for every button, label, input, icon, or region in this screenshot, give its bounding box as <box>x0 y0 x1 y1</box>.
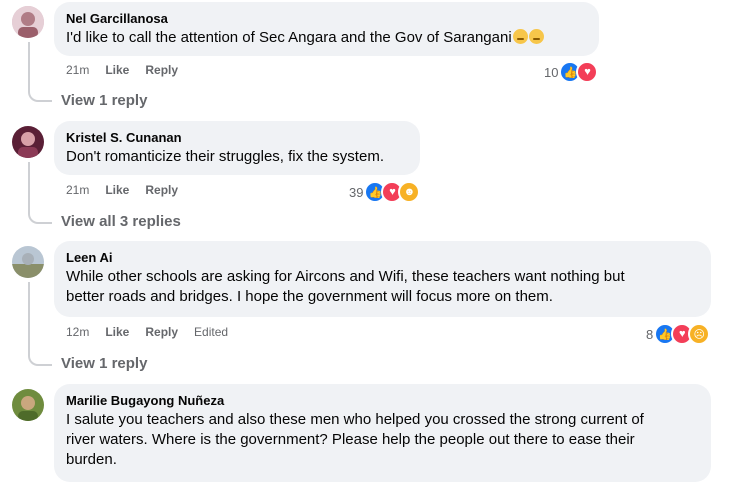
profile-photo <box>12 6 44 38</box>
comment-text-line: While other schools are asking for Airco… <box>66 268 625 285</box>
view-replies-link[interactable]: View 1 reply <box>61 355 147 372</box>
comment-time[interactable]: 21m <box>66 63 89 77</box>
edited-label: Edited <box>194 325 229 339</box>
reaction-count: 10 <box>544 64 559 80</box>
comment-actions: 21m Like Reply <box>66 183 178 197</box>
profile-photo <box>12 246 44 278</box>
comment-text: I'd like to call the attention of Sec An… <box>66 28 587 48</box>
commenter-name[interactable]: Kristel S. Cunanan <box>66 129 408 147</box>
comment-text-line: burden. <box>66 451 117 468</box>
comment-text: Don't romanticize their struggles, fix t… <box>66 148 384 165</box>
commenter-name[interactable]: Nel Garcillanosa <box>66 10 587 28</box>
comment-bubble: Nel Garcillanosa I'd like to call the at… <box>54 2 599 56</box>
love-icon: ♥ <box>576 61 599 83</box>
reply-button[interactable]: Reply <box>145 325 178 339</box>
reply-button[interactable]: Reply <box>145 63 178 77</box>
reaction-count: 8 <box>646 326 654 342</box>
comment-actions: 12m Like Reply Edited <box>66 325 228 339</box>
comment-bubble: Marilie Bugayong Nuñeza I salute you tea… <box>54 384 711 482</box>
comment-bubble: Kristel S. Cunanan Don't romanticize the… <box>54 121 420 175</box>
reply-thread-line <box>28 282 52 366</box>
care-icon: ☻ <box>398 181 421 203</box>
view-replies-link[interactable]: View all 3 replies <box>61 213 181 230</box>
comment-text-line: better roads and bridges. I hope the gov… <box>66 288 553 305</box>
avatar[interactable] <box>12 389 44 421</box>
reaction-count: 39 <box>349 184 364 200</box>
comment-text-line: river waters. Where is the government? P… <box>66 431 635 448</box>
pensive-emoji-icon <box>528 29 544 44</box>
reply-button[interactable]: Reply <box>145 183 178 197</box>
commenter-name[interactable]: Marilie Bugayong Nuñeza <box>66 392 699 410</box>
avatar[interactable] <box>12 246 44 278</box>
sad-icon: ☹ <box>688 323 711 345</box>
like-button[interactable]: Like <box>105 325 129 339</box>
reply-thread-line <box>28 162 52 224</box>
comment-time[interactable]: 12m <box>66 325 89 339</box>
comment-time[interactable]: 21m <box>66 183 89 197</box>
reaction-summary[interactable]: 39 👍 ♥ ☻ <box>349 181 421 203</box>
view-replies-link[interactable]: View 1 reply <box>61 92 147 109</box>
commenter-name[interactable]: Leen Ai <box>66 249 699 267</box>
reaction-summary[interactable]: 10 👍 ♥ <box>544 61 599 83</box>
reaction-summary[interactable]: 8 👍 ♥ ☹ <box>646 323 711 345</box>
comment-actions: 21m Like Reply <box>66 63 178 77</box>
comment-text-line: I salute you teachers and also these men… <box>66 411 644 428</box>
profile-photo <box>12 126 44 158</box>
avatar[interactable] <box>12 6 44 38</box>
profile-photo <box>12 389 44 421</box>
comment-bubble: Leen Ai While other schools are asking f… <box>54 241 711 317</box>
avatar[interactable] <box>12 126 44 158</box>
like-button[interactable]: Like <box>105 183 129 197</box>
reply-thread-line <box>28 42 52 102</box>
like-button[interactable]: Like <box>105 63 129 77</box>
pensive-emoji-icon <box>512 29 528 44</box>
